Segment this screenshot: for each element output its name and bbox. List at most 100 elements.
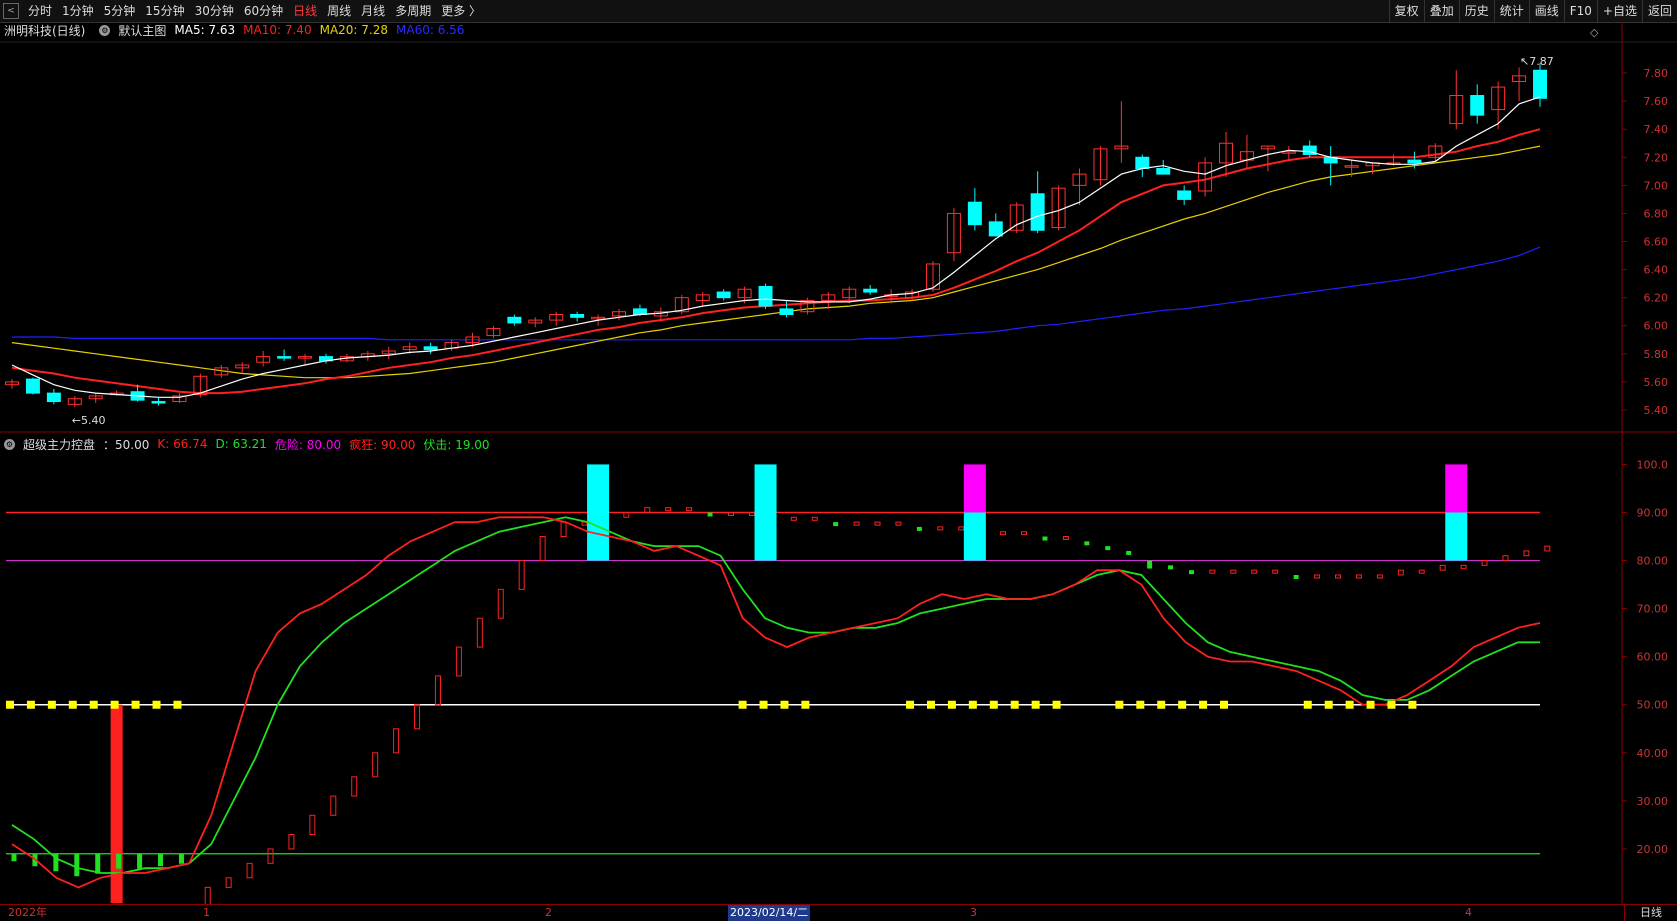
ambush-bar <box>137 853 143 869</box>
period-tab-4[interactable]: 30分钟 <box>190 0 239 22</box>
ladder-up-bar <box>1021 531 1028 536</box>
tool-button-5[interactable]: F10 <box>1563 0 1597 22</box>
candle-body <box>1135 156 1150 170</box>
low-annotation: ←5.40 <box>72 414 106 427</box>
ladder-up-bar <box>267 848 274 864</box>
ladder-down-bar <box>1105 546 1111 551</box>
ambush-bar <box>11 853 17 862</box>
candle-body <box>570 314 585 318</box>
tool-buttons: 复权 叠加 历史 统计 画线 F10 +自选 返回 <box>1388 0 1677 22</box>
x-label-mar: 3 <box>970 906 977 919</box>
back-icon[interactable]: < <box>3 3 19 19</box>
tool-button-3[interactable]: 统计 <box>1493 0 1529 22</box>
candle-body <box>423 346 438 351</box>
crazy-magenta-block <box>963 464 986 513</box>
ladder-up-bar <box>330 795 337 816</box>
control-marker <box>1220 700 1229 709</box>
sub-axis-label: 30.00 <box>1637 795 1669 808</box>
ladder-up-bar <box>497 588 504 619</box>
ambush-bar <box>95 853 101 874</box>
ladder-up-bar <box>1230 569 1237 574</box>
ladder-up-bar <box>748 511 755 516</box>
kline-chart[interactable]: 7.80 7.60 7.40 7.20 7.00 6.80 6.60 6.40 6.20 6.00… <box>0 22 1677 904</box>
ladder-up-bar <box>1355 574 1362 579</box>
control-marker <box>738 700 747 709</box>
candle-body <box>988 221 1003 237</box>
control-marker <box>947 700 956 709</box>
x-label-jan: 1 <box>203 906 210 919</box>
main-axis-label: 6.00 <box>1644 320 1669 333</box>
ladder-up-bar <box>1439 564 1446 571</box>
period-tab-3[interactable]: 15分钟 <box>140 0 189 22</box>
main-axis-label: 7.80 <box>1644 67 1669 80</box>
control-marker <box>1303 700 1312 709</box>
ladder-up-bar <box>1418 569 1425 574</box>
period-tab-5[interactable]: 60分钟 <box>239 0 288 22</box>
main-axis-label: 7.00 <box>1644 179 1669 192</box>
sub-axis-label: 20.00 <box>1637 843 1669 856</box>
ma10-line <box>11 128 1541 395</box>
ladder-up-bar <box>1544 545 1551 552</box>
ladder-up-bar <box>853 521 860 526</box>
ladder-up-bar <box>895 521 902 526</box>
x-selected-date: 2023/02/14/二 <box>728 905 811 921</box>
ladder-up-bar <box>1272 569 1279 574</box>
x-label-year: 2022年 <box>8 906 47 919</box>
ladder-up-bar <box>874 521 881 526</box>
ladder-up-bar <box>225 877 232 888</box>
period-tab-1[interactable]: 1分钟 <box>57 0 99 22</box>
ambush-bar <box>116 853 122 869</box>
tool-button-7[interactable]: 返回 <box>1641 0 1677 22</box>
control-marker <box>6 700 14 709</box>
candle-body <box>1030 193 1045 231</box>
period-tab-7[interactable]: 周线 <box>322 0 356 22</box>
ladder-up-bar <box>372 752 379 778</box>
candle-body <box>1470 95 1485 116</box>
x-label-apr: 4 <box>1465 906 1472 919</box>
ladder-up-bar <box>937 526 944 531</box>
ladder-up-bar <box>1000 531 1007 536</box>
ladder-up-bar <box>1376 574 1383 579</box>
period-tab-0[interactable]: 分时 <box>23 0 57 22</box>
tool-button-1[interactable]: 叠加 <box>1423 0 1459 22</box>
ladder-up-bar <box>1481 560 1488 566</box>
sub-axis-label: 90.00 <box>1637 506 1669 519</box>
candle-body <box>967 201 982 226</box>
tool-button-6[interactable]: +自选 <box>1596 0 1642 22</box>
ladder-up-bar <box>204 886 211 904</box>
ladder-down-bar <box>1293 574 1299 579</box>
ladder-up-bar <box>727 511 734 516</box>
ladder-up-bar <box>246 862 253 879</box>
tool-button-4[interactable]: 画线 <box>1528 0 1564 22</box>
ladder-down-bar <box>833 522 839 527</box>
main-axis-label: 6.80 <box>1644 207 1669 220</box>
sub-axis-label: 40.00 <box>1637 747 1669 760</box>
period-tab-9[interactable]: 多周期 <box>390 0 436 22</box>
ladder-up-bar <box>351 776 358 797</box>
period-indicator[interactable]: 日线 <box>1624 905 1677 921</box>
candle-body <box>25 378 40 394</box>
candle-body <box>1156 168 1171 175</box>
ladder-up-bar <box>1397 569 1404 576</box>
period-tab-10[interactable]: 更多 〉 <box>436 0 486 22</box>
tool-button-0[interactable]: 复权 <box>1388 0 1424 22</box>
control-marker <box>1387 700 1396 709</box>
sub-axis-label: 80.00 <box>1637 555 1669 568</box>
ladder-up-bar <box>1209 569 1216 574</box>
control-marker <box>926 700 935 709</box>
control-marker <box>968 700 977 709</box>
candle-body <box>1407 159 1422 164</box>
ladder-down-bar <box>1188 570 1194 575</box>
control-marker <box>989 700 998 709</box>
ladder-up-bar <box>434 675 441 706</box>
period-tab-8[interactable]: 月线 <box>356 0 390 22</box>
candle-body <box>151 401 166 404</box>
control-marker <box>131 700 140 709</box>
sub-axis-label: 50.00 <box>1637 699 1669 712</box>
period-tab-2[interactable]: 5分钟 <box>99 0 141 22</box>
ladder-up-bar <box>476 617 483 648</box>
control-marker <box>780 700 789 709</box>
candle-body <box>277 356 292 359</box>
period-tab-6[interactable]: 日线 <box>288 0 322 22</box>
tool-button-2[interactable]: 历史 <box>1458 0 1494 22</box>
